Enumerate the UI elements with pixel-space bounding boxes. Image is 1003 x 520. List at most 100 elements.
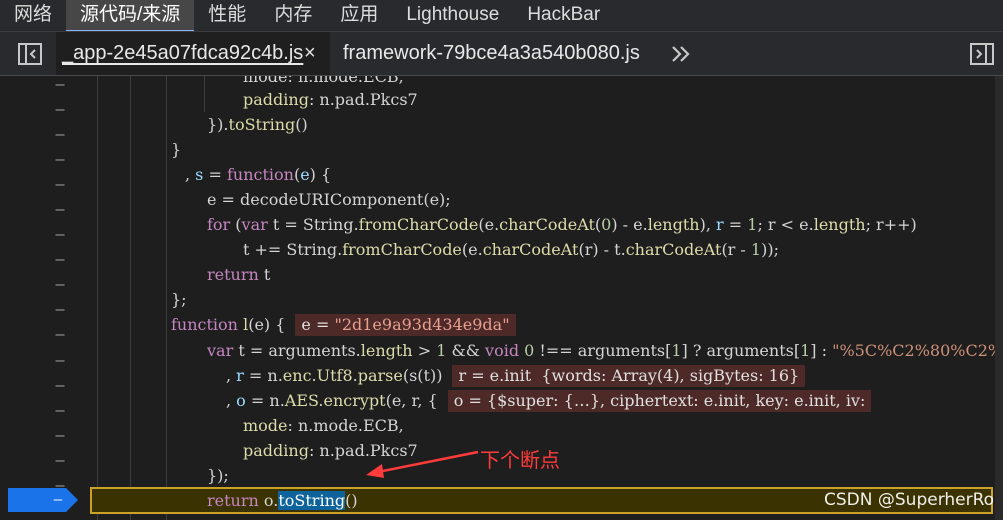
code-line: padding: n.pad.Pkcs7 [243, 87, 418, 112]
code-token: function [171, 315, 238, 334]
code-token: o. [258, 491, 279, 510]
gutter-mark[interactable]: – [48, 348, 72, 373]
code-token: e = [207, 190, 241, 209]
code-token: r [236, 366, 244, 385]
gutter-mark[interactable]: – [48, 373, 72, 398]
indent-guide [130, 76, 131, 520]
code-token: > [412, 341, 437, 360]
code-token: length [647, 215, 700, 234]
code-token: 1 [671, 341, 682, 360]
code-token: "2d1e9a93d434e9da" [334, 315, 510, 334]
breakpoint-marker[interactable]: – [8, 488, 78, 512]
code-token: enc [282, 366, 312, 385]
code-token: Utf8 [316, 366, 353, 385]
code-token: return [207, 491, 259, 510]
indent-guide [166, 76, 167, 520]
gutter-mark[interactable]: – [48, 197, 72, 222]
code-token: return [207, 265, 259, 284]
code-token: 1 [747, 215, 758, 234]
gutter-mark[interactable]: – [48, 122, 72, 147]
code-token: ; r++) [865, 215, 917, 234]
code-token: () [295, 115, 308, 134]
code-token: mode: n.mode.ECB, [243, 76, 404, 86]
annotation-text: 下个断点 [480, 448, 560, 472]
gutter-mark[interactable]: – [48, 247, 72, 272]
code-token: , [185, 165, 196, 184]
code-token: (r - [721, 240, 751, 259]
gutter-mark[interactable]: – [48, 423, 72, 448]
gutter-mark[interactable]: – [48, 297, 72, 322]
gutter-mark[interactable]: – [48, 272, 72, 297]
code-editor[interactable]: – – – – – – – – – – – – – – – – – – mode… [0, 76, 1003, 520]
gutter-mark[interactable]: – [48, 76, 72, 97]
code-token: void [485, 341, 520, 360]
gutter-mark: – [54, 492, 63, 508]
gutter-mark[interactable]: – [48, 97, 72, 122]
code-token: var [207, 341, 234, 360]
line-gutter[interactable]: – – – – – – – – – – – – – – – – – [0, 76, 85, 520]
code-token: = [723, 215, 748, 234]
code-token: (e) { [248, 315, 286, 334]
code-token: }); [207, 466, 229, 485]
code-token: fromCharCode [358, 215, 479, 234]
code-line: return t [207, 262, 270, 287]
gutter-mark[interactable]: – [48, 147, 72, 172]
code-token: decodeURIComponent [240, 190, 424, 209]
code-token: 0 [524, 341, 535, 360]
code-token: (e, r, { [385, 391, 438, 410]
tab-application[interactable]: 应用 [326, 0, 392, 31]
gutter-mark[interactable]: – [48, 172, 72, 197]
indent-guide [97, 76, 98, 520]
close-icon[interactable]: × [304, 32, 316, 75]
file-tab-app-label: _app-2e45a07fdca92c4b.js [62, 42, 304, 64]
code-token: : n.mode.ECB, [287, 416, 404, 435]
code-token: mode [243, 416, 288, 435]
code-token: ) { [309, 165, 332, 184]
chevron-double-right-icon[interactable] [668, 41, 694, 67]
vertical-scrollbar[interactable] [995, 76, 1003, 520]
code-line: function l(e) {e = "2d1e9a93d434e9da" [171, 312, 516, 337]
code-token: e = [301, 315, 335, 334]
code-token: 1 [750, 240, 762, 259]
gutter-mark[interactable]: – [48, 222, 72, 247]
inline-value-e: e = "2d1e9a93d434e9da" [295, 314, 516, 336]
code-line: , o = n.AES.encrypt(e, r, {o = {$super: … [226, 388, 872, 413]
code-token: length [360, 341, 413, 360]
code-token: !== arguments[ [534, 341, 672, 360]
code-line: , r = n.enc.Utf8.parse(s(t)) r = e.init {… [226, 363, 806, 388]
code-line: }); [207, 463, 229, 488]
file-tab-app[interactable]: _app-2e45a07fdca92c4b.js × [56, 32, 330, 75]
code-token: t [258, 265, 271, 284]
toggle-navigator-icon[interactable] [18, 43, 42, 65]
code-token: ; r < e. [757, 215, 814, 234]
file-tab-framework[interactable]: framework-79bce4a3a540b080.js [343, 32, 640, 75]
code-token: }; [171, 290, 187, 309]
code-token: (e. [478, 215, 500, 234]
code-token: e [300, 165, 310, 184]
inline-value-o: o = {$super: {…}, ciphertext: e.init, ke… [447, 390, 872, 412]
code-token: toString [278, 491, 346, 510]
devtools-panel-tabs: 网络 源代码/来源 性能 内存 应用 Lighthouse HackBar [0, 0, 1003, 32]
code-token: , [226, 391, 237, 410]
code-token: parse [357, 366, 403, 385]
tab-hackbar[interactable]: HackBar [513, 0, 614, 31]
tab-sources[interactable]: 源代码/来源 [66, 0, 195, 31]
code-line: , s = function(e) { [185, 162, 331, 187]
tab-lighthouse[interactable]: Lighthouse [392, 0, 513, 31]
code-token: && [446, 341, 486, 360]
indent-guide [204, 76, 205, 112]
code-token: (e. [461, 240, 483, 259]
tab-network[interactable]: 网络 [0, 0, 66, 31]
gutter-mark[interactable]: – [48, 398, 72, 423]
toggle-debugger-icon[interactable] [970, 43, 994, 65]
tab-memory[interactable]: 内存 [260, 0, 326, 31]
gutter-mark[interactable]: – [48, 448, 72, 473]
tab-performance[interactable]: 性能 [194, 0, 260, 31]
code-token: 0 [601, 215, 612, 234]
code-token: ), [699, 215, 717, 234]
code-token: padding [243, 90, 309, 109]
code-token: () [345, 491, 358, 510]
code-token: var [241, 215, 268, 234]
gutter-mark[interactable]: – [48, 322, 72, 347]
code-token: }). [207, 115, 229, 134]
